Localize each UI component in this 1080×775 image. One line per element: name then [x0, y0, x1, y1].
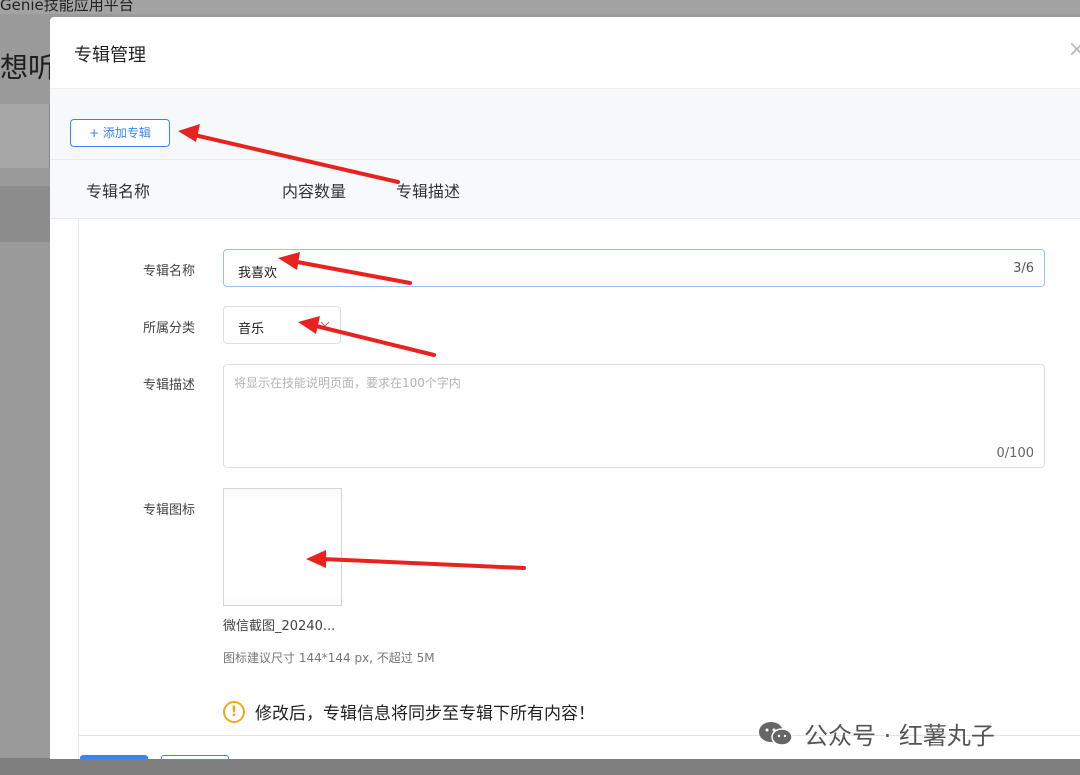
icon-size-hint: 图标建议尺寸 144*144 px, 不超过 5M: [223, 651, 435, 665]
wechat-icon: [759, 721, 793, 746]
wechat-watermark: 公众号 · 红薯丸子: [756, 716, 995, 751]
background-heading: 想听: [0, 51, 57, 84]
warning-circle-icon: !: [223, 700, 245, 723]
album-name-input[interactable]: 我喜欢 3/6: [223, 249, 1045, 287]
modal-title: 专辑管理: [74, 45, 146, 66]
confirm-button[interactable]: [80, 755, 148, 759]
background-topbar: Genie技能应用平台: [0, 0, 1080, 14]
album-management-modal: 专辑管理 × + 添加专辑 专辑名称 内容数量 专辑描述 专辑名称 我喜欢 3/…: [50, 17, 1080, 759]
column-header-content-count: 内容数量: [282, 182, 347, 201]
watermark-text: 公众号 · 红薯丸子: [804, 722, 995, 750]
column-header-album-name: 专辑名称: [86, 182, 151, 201]
background-footer: [0, 758, 1080, 775]
modal-toolbar: + 添加专辑: [50, 89, 1080, 159]
close-icon[interactable]: ×: [1068, 37, 1080, 62]
sync-warning: ! 修改后，专辑信息将同步至专辑下所有内容！: [223, 699, 595, 724]
uploaded-file-name: 微信截图_20240...: [223, 619, 336, 634]
background-panel: [0, 104, 50, 168]
icon-label: 专辑图标: [142, 503, 195, 518]
background-row: [0, 186, 50, 242]
album-table-header: 专辑名称 内容数量 专辑描述: [50, 159, 1080, 219]
column-header-album-description: 专辑描述: [396, 182, 461, 201]
chevron-down-icon: [320, 321, 330, 327]
album-name-value: 我喜欢: [238, 266, 278, 281]
modal-header: 专辑管理 ×: [50, 17, 1080, 89]
description-placeholder: 将显示在技能说明页面，要求在100个字内: [234, 376, 461, 390]
category-select[interactable]: 音乐: [223, 306, 341, 344]
album-name-char-count: 3/6: [1013, 261, 1034, 276]
category-selected-value: 音乐: [238, 322, 265, 337]
album-edit-form: 专辑名称 我喜欢 3/6 所属分类 音乐 专辑描述 将显示在技能说明页面，要求在…: [78, 219, 1080, 759]
album-description-textarea[interactable]: 将显示在技能说明页面，要求在100个字内 0/100: [223, 364, 1045, 468]
category-label: 所属分类: [142, 321, 195, 336]
cancel-button[interactable]: [161, 755, 229, 759]
add-album-button[interactable]: + 添加专辑: [70, 119, 170, 147]
sync-warning-text: 修改后，专辑信息将同步至专辑下所有内容！: [255, 704, 595, 724]
album-icon-preview: [224, 497, 341, 599]
name-label: 专辑名称: [142, 264, 195, 279]
description-label: 专辑描述: [142, 378, 195, 393]
description-char-count: 0/100: [996, 446, 1034, 461]
background-app-title: Genie技能应用平台: [0, 0, 134, 14]
album-icon-uploader[interactable]: [223, 488, 342, 606]
